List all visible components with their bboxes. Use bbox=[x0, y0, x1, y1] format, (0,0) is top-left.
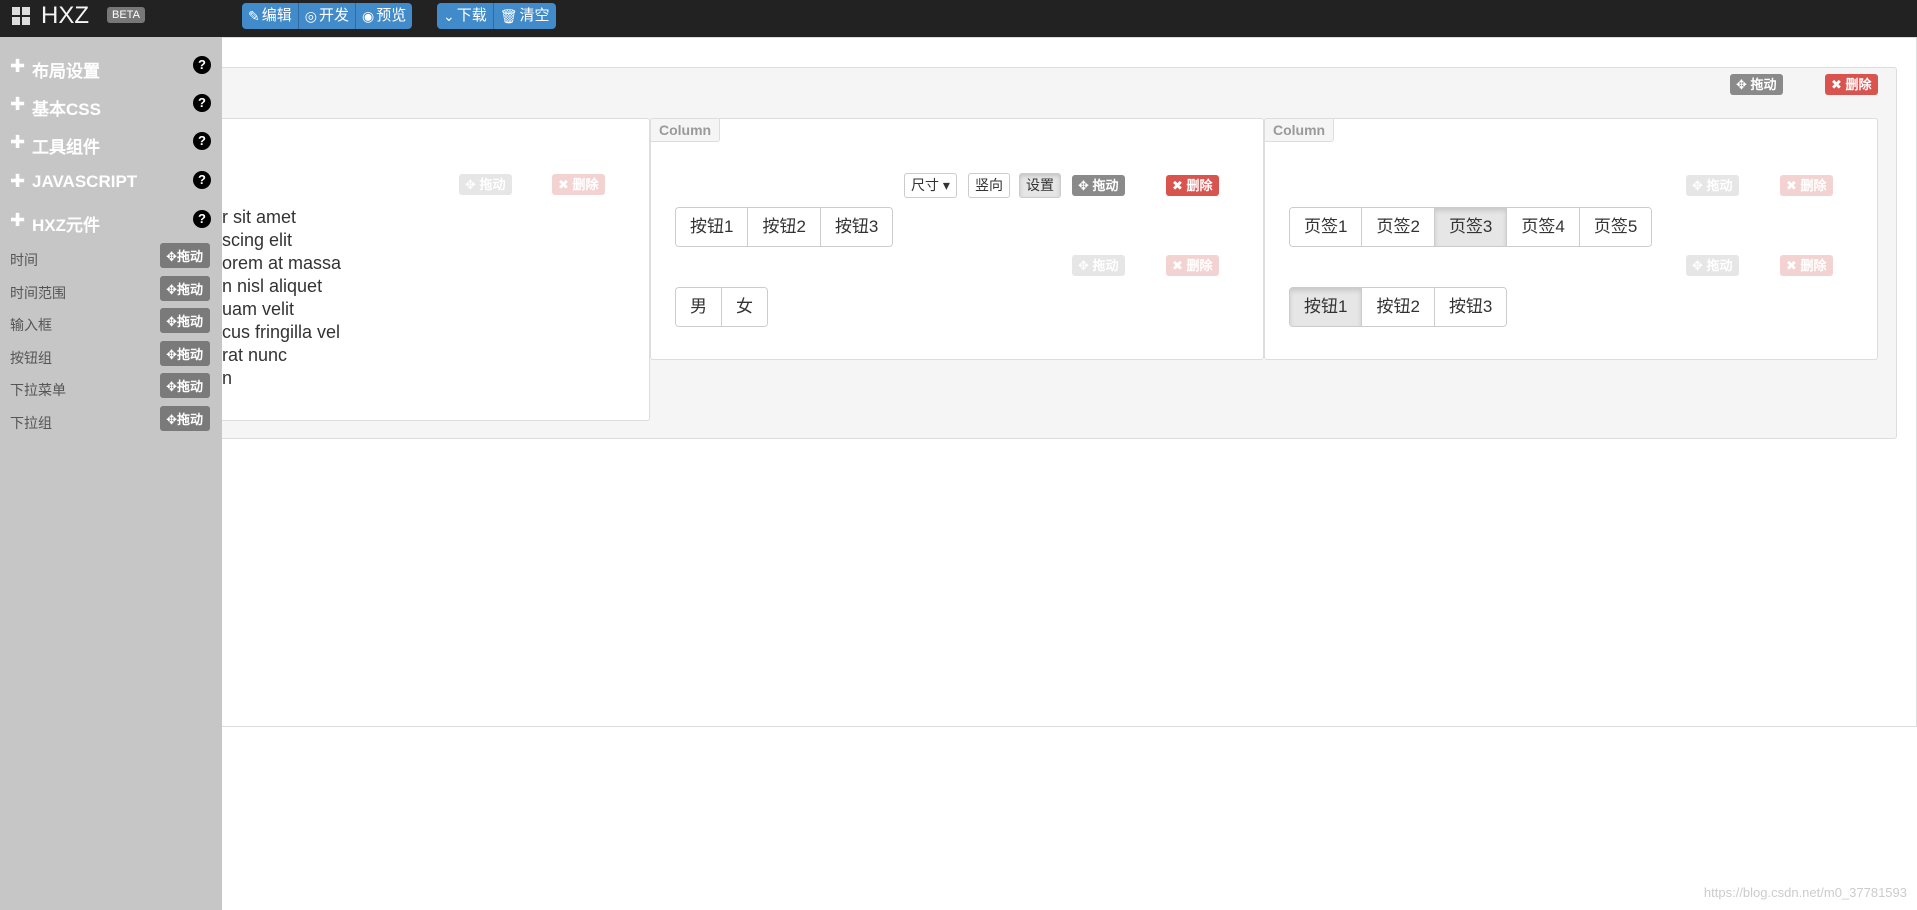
close-icon: ✖ bbox=[558, 177, 569, 192]
edit-icon: ✎ bbox=[248, 8, 260, 24]
component-input: 输入框 ✥拖动 bbox=[10, 308, 210, 333]
button-group-2: 按钮1 按钮2 按钮3 bbox=[1289, 287, 1508, 327]
move-icon: ✥ bbox=[1736, 77, 1747, 92]
row-drag-button[interactable]: ✥ 拖动 bbox=[1730, 74, 1783, 95]
sidebar-section-layout[interactable]: ✚ 布局设置 ? bbox=[10, 55, 211, 81]
move-icon: ✥ bbox=[1078, 178, 1089, 193]
move-icon: ✥ bbox=[166, 412, 177, 427]
settings-toggle[interactable]: 设置 bbox=[1019, 173, 1061, 198]
move-icon: ✥ bbox=[166, 282, 177, 297]
move-icon: ✥ bbox=[166, 379, 177, 394]
gender-female-button[interactable]: 女 bbox=[722, 288, 767, 326]
top-navbar: HXZ BETA ✎ 编辑 ◎ 开发 ◉ 预览 ⌄ 下载 🗑 清空 bbox=[0, 0, 1917, 37]
move-icon: ✥ bbox=[1692, 178, 1703, 193]
component-drag-handle[interactable]: ✥拖动 bbox=[160, 276, 210, 301]
group-drag-button[interactable]: ✥ 拖动 bbox=[1072, 255, 1125, 276]
plus-icon: ✚ bbox=[10, 56, 26, 76]
group-button[interactable]: 按钮1 bbox=[676, 208, 749, 246]
col1-delete-button[interactable]: ✖ 删除 bbox=[552, 174, 605, 195]
tab-3[interactable]: 页签3 bbox=[1434, 208, 1508, 246]
component-drag-handle[interactable]: ✥拖动 bbox=[160, 406, 210, 431]
component-dropdown-group: 下拉组 ✥拖动 bbox=[10, 406, 210, 431]
col3-drag-button[interactable]: ✥ 拖动 bbox=[1686, 175, 1739, 196]
column-tag[interactable]: Column bbox=[650, 118, 721, 142]
group-delete-button[interactable]: ✖ 删除 bbox=[1780, 255, 1833, 276]
plus-icon: ✚ bbox=[10, 132, 26, 152]
close-icon: ✖ bbox=[1786, 258, 1797, 273]
move-icon: ✥ bbox=[166, 249, 177, 264]
caret-down-icon: ▾ bbox=[942, 177, 950, 193]
watermark: https://blog.csdn.net/m0_37781593 bbox=[1703, 885, 1907, 900]
gender-male-button[interactable]: 男 bbox=[676, 288, 722, 326]
move-icon: ✥ bbox=[166, 314, 177, 329]
group-button[interactable]: 按钮3 bbox=[1434, 288, 1507, 326]
size-dropdown[interactable]: 尺寸 ▾ bbox=[904, 173, 957, 198]
lorem-text: r sit amet scing elit orem at massa n ni… bbox=[222, 207, 342, 388]
move-icon: ✥ bbox=[166, 347, 177, 362]
edit-button[interactable]: ✎ 编辑 bbox=[242, 3, 299, 29]
sidebar-section-javascript[interactable]: ✚ JAVASCRIPT ? bbox=[10, 170, 211, 192]
col2-delete-button[interactable]: ✖ 删除 bbox=[1166, 175, 1219, 196]
close-icon: ✖ bbox=[1831, 77, 1842, 92]
close-icon: ✖ bbox=[1172, 258, 1183, 273]
question-icon[interactable]: ? bbox=[193, 132, 211, 150]
group-button[interactable]: 按钮2 bbox=[1362, 288, 1435, 326]
sidebar-section-hxz[interactable]: ✚ HXZ元件 ? bbox=[10, 209, 211, 235]
brand-title[interactable]: HXZ bbox=[41, 2, 89, 30]
component-drag-handle[interactable]: ✥拖动 bbox=[160, 373, 210, 398]
move-icon: ✥ bbox=[1692, 258, 1703, 273]
question-icon[interactable]: ? bbox=[193, 94, 211, 112]
vertical-toggle[interactable]: 竖向 bbox=[968, 173, 1010, 198]
tab-1[interactable]: 页签1 bbox=[1290, 208, 1363, 246]
mode-button-group: ✎ 编辑 ◎ 开发 ◉ 预览 bbox=[242, 3, 413, 29]
sidebar-section-tools[interactable]: ✚ 工具组件 ? bbox=[10, 131, 211, 157]
tab-5[interactable]: 页签5 bbox=[1579, 208, 1652, 246]
develop-button[interactable]: ◎ 开发 bbox=[298, 3, 356, 29]
group-delete-button[interactable]: ✖ 删除 bbox=[1166, 255, 1219, 276]
move-icon: ✥ bbox=[1078, 258, 1089, 273]
component-button-group: 按钮组 ✥拖动 bbox=[10, 341, 210, 366]
plus-icon: ✚ bbox=[10, 210, 26, 230]
component-drag-handle[interactable]: ✥拖动 bbox=[160, 341, 210, 366]
sidebar-section-css[interactable]: ✚ 基本CSS ? bbox=[10, 93, 211, 119]
col2-drag-button[interactable]: ✥ 拖动 bbox=[1072, 175, 1125, 196]
question-icon[interactable]: ? bbox=[193, 171, 211, 189]
eye-slash-icon: ◎ bbox=[304, 8, 317, 24]
plus-icon: ✚ bbox=[10, 94, 26, 114]
question-icon[interactable]: ? bbox=[193, 56, 211, 74]
plus-icon: ✚ bbox=[10, 171, 26, 191]
component-dropdown-menu: 下拉菜单 ✥拖动 bbox=[10, 373, 210, 398]
column-tag[interactable]: Column bbox=[1264, 118, 1335, 142]
component-drag-handle[interactable]: ✥拖动 bbox=[160, 308, 210, 333]
group-button[interactable]: 按钮1 bbox=[1290, 288, 1363, 326]
component-drag-handle[interactable]: ✥拖动 bbox=[160, 243, 210, 268]
tab-button-group: 页签1 页签2 页签3 页签4 页签5 bbox=[1289, 207, 1653, 247]
component-time: 时间 ✥拖动 bbox=[10, 243, 210, 268]
trash-icon: 🗑 bbox=[499, 8, 518, 24]
component-sidebar: ✚ 布局设置 ? ✚ 基本CSS ? ✚ 工具组件 ? ✚ JAVASCRIPT… bbox=[0, 37, 222, 910]
download-button[interactable]: ⌄ 下载 bbox=[437, 3, 494, 29]
beta-badge: BETA bbox=[107, 7, 145, 23]
component-time-range: 时间范围 ✥拖动 bbox=[10, 276, 210, 301]
tab-4[interactable]: 页签4 bbox=[1507, 208, 1580, 246]
grid-icon bbox=[12, 7, 30, 25]
tab-2[interactable]: 页签2 bbox=[1362, 208, 1435, 246]
gender-button-group: 男 女 bbox=[675, 287, 768, 327]
group-drag-button[interactable]: ✥ 拖动 bbox=[1686, 255, 1739, 276]
col3-delete-button[interactable]: ✖ 删除 bbox=[1780, 175, 1833, 196]
group-button[interactable]: 按钮2 bbox=[748, 208, 821, 246]
button-group-1: 按钮1 按钮2 按钮3 bbox=[675, 207, 894, 247]
question-icon[interactable]: ? bbox=[193, 210, 211, 228]
move-icon: ✥ bbox=[465, 177, 476, 192]
close-icon: ✖ bbox=[1172, 178, 1183, 193]
col1-drag-button[interactable]: ✥ 拖动 bbox=[459, 174, 512, 195]
chevron-down-icon: ⌄ bbox=[443, 8, 455, 24]
group-button[interactable]: 按钮3 bbox=[820, 208, 893, 246]
preview-button[interactable]: ◉ 预览 bbox=[355, 3, 413, 29]
close-icon: ✖ bbox=[1786, 178, 1797, 193]
row-delete-button[interactable]: ✖ 删除 bbox=[1825, 74, 1878, 95]
clear-button[interactable]: 🗑 清空 bbox=[493, 3, 556, 29]
file-button-group: ⌄ 下载 🗑 清空 bbox=[437, 3, 556, 29]
eye-icon: ◉ bbox=[361, 8, 375, 24]
